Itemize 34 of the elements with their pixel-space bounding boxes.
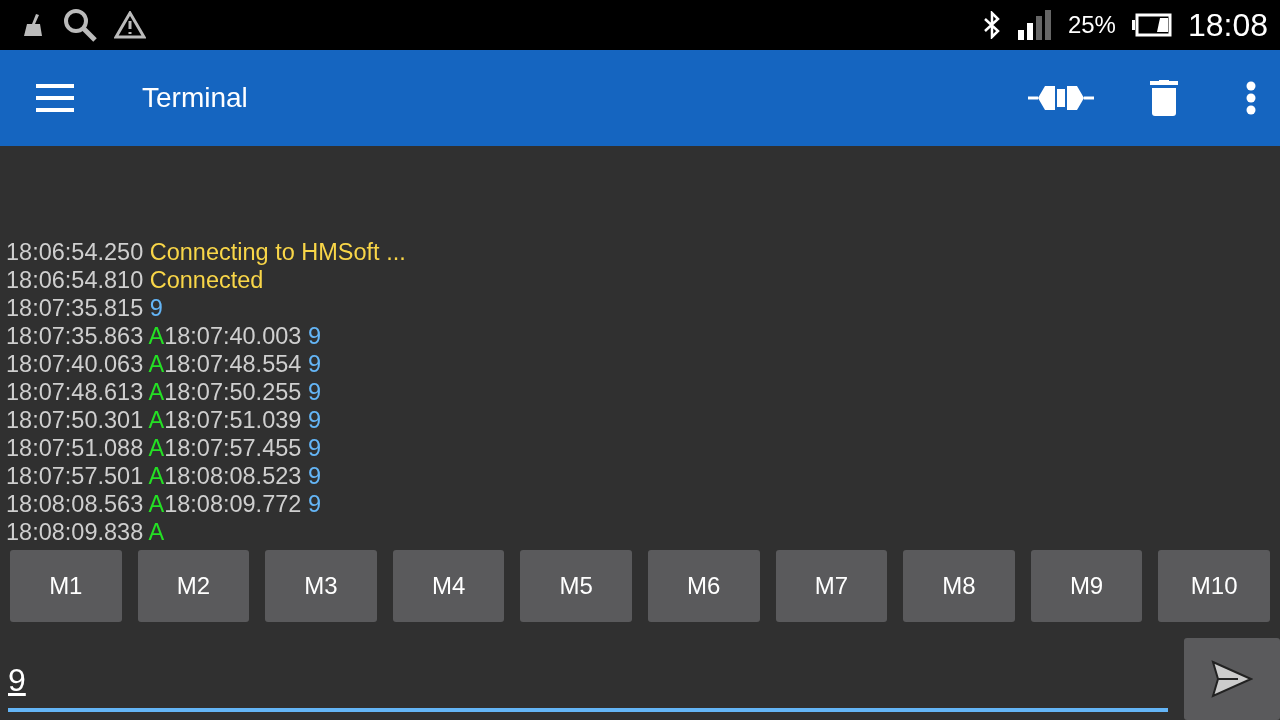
macro-button[interactable]: M10 <box>1158 550 1270 622</box>
log-line: 18:07:35.863 A18:07:40.003 9 <box>6 322 322 350</box>
menu-button[interactable] <box>36 84 74 112</box>
search-icon <box>62 7 98 43</box>
trash-button[interactable] <box>1150 80 1178 116</box>
paper-plane-icon <box>1211 660 1253 698</box>
log-line: 18:07:35.815 9 <box>6 294 164 322</box>
warning-icon <box>114 11 146 39</box>
macro-button[interactable]: M9 <box>1030 550 1143 622</box>
macro-button[interactable]: M7 <box>775 550 888 622</box>
macro-button[interactable]: M2 <box>137 550 250 622</box>
log-line: 18:07:50.301 A18:07:51.039 9 <box>6 406 322 434</box>
log-line: 18:08:09.838 A <box>6 518 166 546</box>
app-title: Terminal <box>142 82 248 114</box>
message-input[interactable]: 9 <box>8 652 1168 712</box>
log-line: 18:07:48.613 A18:07:50.255 9 <box>6 378 322 406</box>
macro-button[interactable]: M5 <box>520 550 632 622</box>
log-line: 18:06:54.810 Connected <box>6 266 265 294</box>
macro-button[interactable]: M4 <box>392 550 505 622</box>
log-line: 18:07:51.088 A18:07:57.455 9 <box>6 434 322 462</box>
macro-button[interactable]: M3 <box>265 550 377 622</box>
more-options-button[interactable] <box>1246 81 1256 115</box>
battery-percentage: 25% <box>1067 11 1116 39</box>
clock: 18:08 <box>1187 6 1268 44</box>
log-line: 18:08:08.563 A18:08:09.772 9 <box>6 490 322 518</box>
log-line: 18:06:54.250 Connecting to HMSoft ... <box>6 238 407 266</box>
macro-button[interactable]: M1 <box>10 550 122 622</box>
log-line: 18:07:57.501 A18:08:08.523 9 <box>6 462 322 490</box>
battery-icon <box>1131 13 1172 37</box>
macro-button[interactable]: M8 <box>903 550 1015 622</box>
log-line: 18:07:40.063 A18:07:48.554 9 <box>6 350 322 378</box>
send-button[interactable] <box>1184 638 1280 720</box>
macro-button[interactable]: M6 <box>647 550 760 622</box>
signal-icon <box>1017 10 1052 40</box>
